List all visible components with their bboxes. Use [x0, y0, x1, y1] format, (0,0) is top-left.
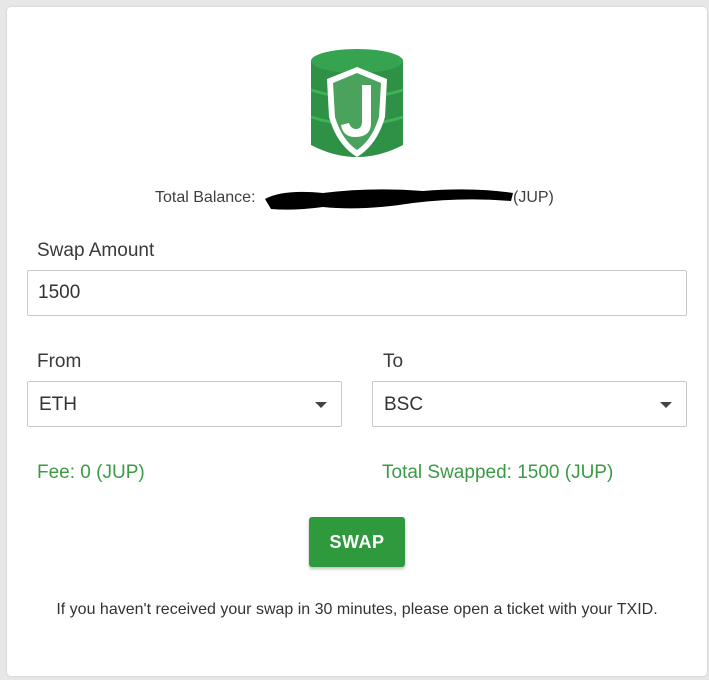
chevron-down-icon: [315, 402, 327, 408]
to-select-value: BSC: [384, 394, 424, 415]
to-label: To: [383, 351, 404, 372]
swap-amount-label: Swap Amount: [37, 240, 155, 261]
redacted-balance-value: [265, 189, 513, 210]
jup-logo-icon: [310, 49, 404, 157]
balance-row: Total Balance: (JUP): [7, 181, 707, 215]
from-select[interactable]: ETH: [27, 381, 342, 427]
swap-card: Total Balance: (JUP) Swap Amount From ET…: [7, 7, 707, 676]
balance-label: Total Balance:: [155, 189, 256, 206]
total-swapped-text: Total Swapped: 1500 (JUP): [382, 462, 614, 483]
from-label: From: [37, 351, 82, 372]
swap-amount-input[interactable]: [27, 270, 687, 316]
balance-unit: (JUP): [513, 189, 554, 206]
fee-text: Fee: 0 (JUP): [37, 462, 145, 483]
to-select[interactable]: BSC: [372, 381, 687, 427]
chevron-down-icon: [660, 402, 672, 408]
swap-notice: If you haven't received your swap in 30 …: [56, 601, 658, 618]
from-select-value: ETH: [39, 394, 77, 415]
swap-button[interactable]: SWAP: [309, 517, 405, 567]
